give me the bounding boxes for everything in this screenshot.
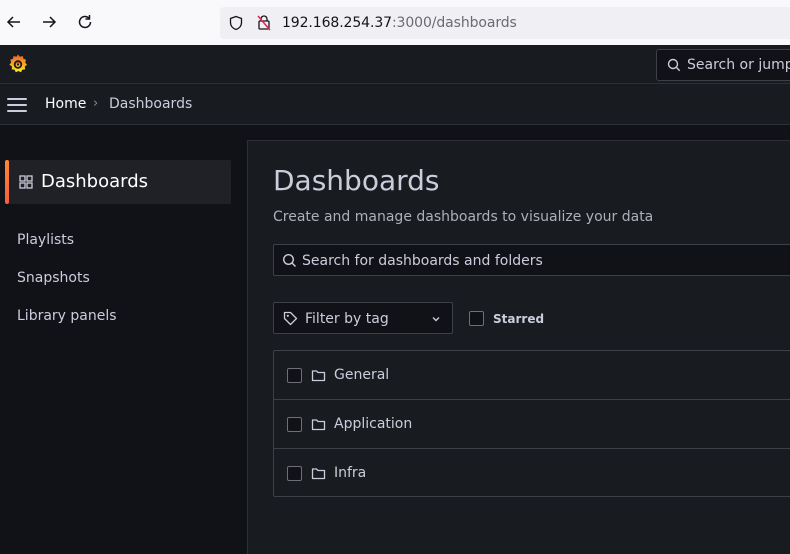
section-nav-item-library-panels[interactable]: Library panels bbox=[17, 308, 117, 324]
section-nav: Dashboards Playlists Snapshots Library p… bbox=[0, 125, 247, 554]
dashboard-search-input[interactable]: Search for dashboards and folders bbox=[273, 244, 790, 276]
main-content: Dashboards Create and manage dashboards … bbox=[247, 140, 790, 554]
section-nav-dashboards[interactable]: Dashboards bbox=[5, 160, 231, 204]
breadcrumb-current: Dashboards bbox=[109, 96, 193, 112]
row-checkbox[interactable] bbox=[287, 368, 302, 383]
folder-name[interactable]: Infra bbox=[334, 465, 366, 481]
apps-grid-icon bbox=[19, 175, 33, 189]
starred-checkbox[interactable] bbox=[469, 311, 484, 326]
arrow-right-icon bbox=[43, 16, 57, 28]
row-checkbox[interactable] bbox=[287, 417, 302, 432]
forward-button[interactable] bbox=[37, 10, 61, 34]
folder-row-general[interactable]: General bbox=[274, 351, 790, 400]
arrow-left-icon bbox=[6, 16, 20, 28]
tag-filter-select[interactable]: Filter by tag bbox=[273, 302, 453, 334]
folder-icon bbox=[311, 419, 326, 431]
back-button[interactable] bbox=[2, 10, 26, 34]
tag-filter-label: Filter by tag bbox=[305, 311, 389, 327]
folder-list: General Application Infra bbox=[273, 350, 790, 497]
row-checkbox[interactable] bbox=[287, 466, 302, 481]
breadcrumb-separator: › bbox=[93, 96, 99, 111]
url-text: 192.168.254.37:3000/dashboards bbox=[282, 15, 517, 31]
url-path: :3000/dashboards bbox=[391, 15, 517, 31]
starred-label[interactable]: Starred bbox=[493, 312, 544, 326]
section-nav-item-snapshots[interactable]: Snapshots bbox=[17, 270, 90, 286]
grafana-top-bar: Search or jump bbox=[0, 45, 790, 84]
grafana-logo-icon[interactable] bbox=[6, 52, 30, 76]
section-nav-title: Dashboards bbox=[41, 171, 149, 192]
insecure-lock-icon[interactable] bbox=[256, 14, 272, 31]
breadcrumb-bar: Home › Dashboards bbox=[0, 84, 790, 125]
folder-name[interactable]: Application bbox=[334, 416, 412, 432]
page-subtitle: Create and manage dashboards to visualiz… bbox=[273, 209, 654, 225]
reload-button[interactable] bbox=[73, 10, 97, 34]
search-or-jump-input[interactable]: Search or jump bbox=[656, 49, 790, 81]
shield-icon bbox=[229, 15, 243, 31]
folder-icon bbox=[311, 468, 326, 480]
browser-toolbar: 192.168.254.37:3000/dashboards bbox=[0, 0, 790, 45]
menu-icon[interactable] bbox=[7, 98, 27, 112]
folder-name[interactable]: General bbox=[334, 367, 389, 383]
breadcrumb-home[interactable]: Home bbox=[45, 96, 86, 112]
url-host: 192.168.254.37 bbox=[282, 15, 392, 31]
reload-icon bbox=[78, 15, 92, 29]
chevron-down-icon bbox=[432, 317, 440, 322]
dashboard-search-placeholder: Search for dashboards and folders bbox=[302, 253, 543, 269]
page-title: Dashboards bbox=[273, 164, 440, 197]
active-indicator bbox=[5, 160, 9, 204]
section-nav-item-playlists[interactable]: Playlists bbox=[17, 232, 74, 248]
address-bar[interactable]: 192.168.254.37:3000/dashboards bbox=[220, 7, 790, 39]
tag-icon bbox=[283, 311, 298, 326]
folder-row-infra[interactable]: Infra bbox=[274, 449, 790, 498]
search-icon bbox=[667, 58, 681, 72]
folder-icon bbox=[311, 370, 326, 382]
folder-row-application[interactable]: Application bbox=[274, 400, 790, 449]
search-icon bbox=[282, 253, 296, 267]
search-or-jump-label: Search or jump bbox=[687, 57, 790, 73]
